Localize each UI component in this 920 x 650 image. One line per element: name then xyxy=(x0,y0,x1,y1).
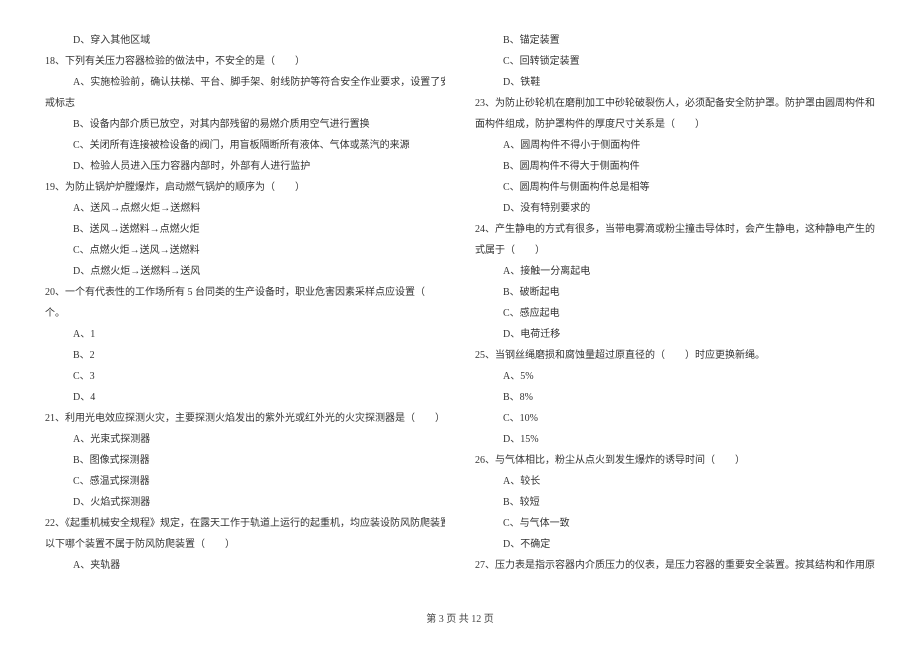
q22-option-b: B、锚定装置 xyxy=(475,30,875,51)
q20-option-c: C、3 xyxy=(45,366,445,387)
q21-option-a: A、光束式探测器 xyxy=(45,429,445,450)
q18-option-a: A、实施检验前，确认扶梯、平台、脚手架、射线防护等符合安全作业要求，设置了安全警 xyxy=(45,72,445,93)
q24-stem: 24、产生静电的方式有很多，当带电雾滴或粉尘撞击导体时，会产生静电，这种静电产生… xyxy=(475,219,875,240)
q24-option-c: C、感应起电 xyxy=(475,303,875,324)
q26-option-d: D、不确定 xyxy=(475,534,875,555)
q21-option-b: B、图像式探测器 xyxy=(45,450,445,471)
q20-stem: 20、一个有代表性的工作场所有 5 台同类的生产设备时，职业危害因素采样点应设置… xyxy=(45,282,445,303)
q22-option-d: D、铁鞋 xyxy=(475,72,875,93)
q23-stem: 23、为防止砂轮机在磨削加工中砂轮破裂伤人，必须配备安全防护罩。防护罩由圆周构件… xyxy=(475,93,875,114)
q19-stem: 19、为防止锅炉炉膛爆炸，启动燃气锅炉的顺序为（ ） xyxy=(45,177,445,198)
q19-option-a: A、送风→点燃火炬→送燃料 xyxy=(45,198,445,219)
q24-stem-cont: 式属于（ ） xyxy=(475,240,875,261)
q21-option-c: C、感温式探测器 xyxy=(45,471,445,492)
q24-option-a: A、接触一分离起电 xyxy=(475,261,875,282)
q19-option-d: D、点燃火炬→送燃料→送风 xyxy=(45,261,445,282)
q18-option-d: D、检验人员进入压力容器内部时，外部有人进行监护 xyxy=(45,156,445,177)
q17-option-d: D、穿入其他区域 xyxy=(45,30,445,51)
q20-option-d: D、4 xyxy=(45,387,445,408)
q23-option-c: C、圆周构件与侧面构件总是相等 xyxy=(475,177,875,198)
q24-option-d: D、电荷迁移 xyxy=(475,324,875,345)
q21-stem: 21、利用光电效应探测火灾，主要探测火焰发出的紫外光或红外光的火灾探测器是（ ） xyxy=(45,408,445,429)
q22-stem: 22、《起重机械安全规程》规定，在露天工作于轨道上运行的起重机，均应装设防风防爬… xyxy=(45,513,445,534)
q20-stem-cont: 个。 xyxy=(45,303,445,324)
q27-stem: 27、压力表是指示容器内介质压力的仪表，是压力容器的重要安全装置。按其结构和作用… xyxy=(475,555,875,576)
q25-option-d: D、15% xyxy=(475,429,875,450)
q22-stem-cont: 以下哪个装置不属于防风防爬装置（ ） xyxy=(45,534,445,555)
q25-option-a: A、5% xyxy=(475,366,875,387)
q20-option-a: A、1 xyxy=(45,324,445,345)
q26-option-c: C、与气体一致 xyxy=(475,513,875,534)
page-footer: 第 3 页 共 12 页 xyxy=(0,609,920,630)
right-column: B、锚定装置 C、回转锁定装置 D、铁鞋 23、为防止砂轮机在磨削加工中砂轮破裂… xyxy=(475,30,875,600)
q23-option-b: B、圆周构件不得大于侧面构件 xyxy=(475,156,875,177)
q21-option-d: D、火焰式探测器 xyxy=(45,492,445,513)
q24-option-b: B、破断起电 xyxy=(475,282,875,303)
q18-option-b: B、设备内部介质已放空，对其内部残留的易燃介质用空气进行置换 xyxy=(45,114,445,135)
q20-option-b: B、2 xyxy=(45,345,445,366)
q18-stem: 18、下列有关压力容器检验的做法中，不安全的是（ ） xyxy=(45,51,445,72)
q23-option-d: D、没有特别要求的 xyxy=(475,198,875,219)
q23-option-a: A、圆周构件不得小于侧面构件 xyxy=(475,135,875,156)
q25-option-c: C、10% xyxy=(475,408,875,429)
q22-option-a: A、夹轨器 xyxy=(45,555,445,576)
q18-option-a-cont: 戒标志 xyxy=(45,93,445,114)
page-content: D、穿入其他区域 18、下列有关压力容器检验的做法中，不安全的是（ ） A、实施… xyxy=(0,0,920,600)
q22-option-c: C、回转锁定装置 xyxy=(475,51,875,72)
q18-option-c: C、关闭所有连接被检设备的阀门，用盲板隔断所有液体、气体或蒸汽的来源 xyxy=(45,135,445,156)
q19-option-b: B、送风→送燃料→点燃火炬 xyxy=(45,219,445,240)
q25-stem: 25、当钢丝绳磨损和腐蚀量超过原直径的（ ）时应更换新绳。 xyxy=(475,345,875,366)
q23-stem-cont: 面构件组成，防护罩构件的厚度尺寸关系是（ ） xyxy=(475,114,875,135)
q19-option-c: C、点燃火炬→送风→送燃料 xyxy=(45,240,445,261)
q26-option-b: B、较短 xyxy=(475,492,875,513)
left-column: D、穿入其他区域 18、下列有关压力容器检验的做法中，不安全的是（ ） A、实施… xyxy=(45,30,445,600)
q26-option-a: A、较长 xyxy=(475,471,875,492)
q25-option-b: B、8% xyxy=(475,387,875,408)
q26-stem: 26、与气体相比，粉尘从点火到发生爆炸的诱导时间（ ） xyxy=(475,450,875,471)
